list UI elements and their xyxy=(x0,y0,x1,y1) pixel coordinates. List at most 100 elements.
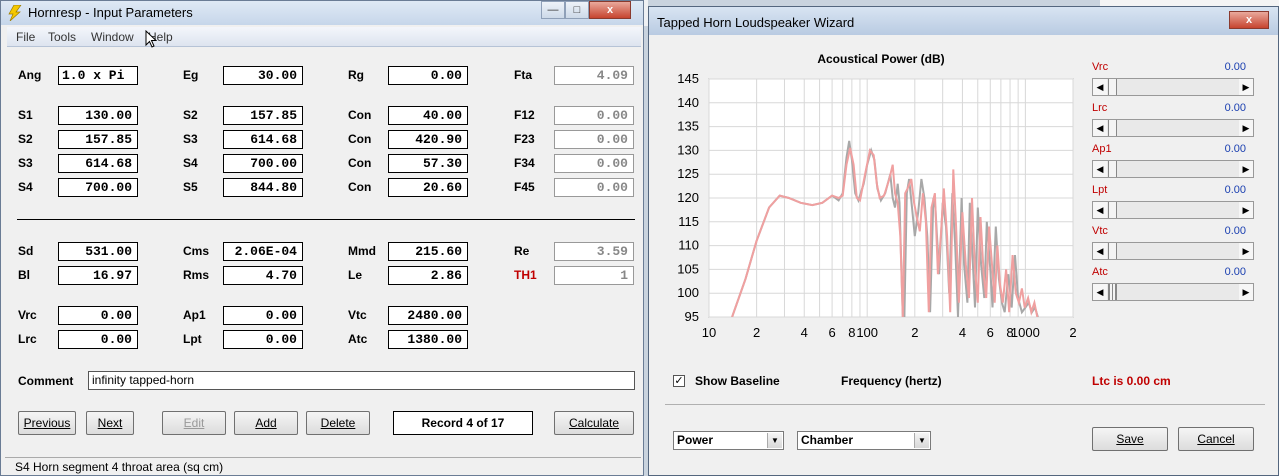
output-type-value: Power xyxy=(677,433,714,447)
param-field[interactable]: 57.30 xyxy=(388,154,468,173)
arrow-left-icon[interactable]: ◀ xyxy=(1093,284,1107,300)
param-field[interactable]: 0.00 xyxy=(58,306,138,325)
arrow-right-icon[interactable]: ▶ xyxy=(1239,243,1253,259)
close-button[interactable]: x xyxy=(589,1,631,19)
param-label: Rms xyxy=(183,268,210,282)
param-label: Cms xyxy=(183,244,210,258)
menu-file[interactable]: File xyxy=(16,30,35,44)
param-label: Lrc xyxy=(18,332,37,346)
param-field[interactable]: 420.90 xyxy=(388,130,468,149)
maximize-button[interactable]: □ xyxy=(565,1,589,19)
slider-ap1[interactable]: ◀ ▶ xyxy=(1092,160,1254,178)
slider-value: 0.00 xyxy=(1224,102,1246,114)
param-label: S1 xyxy=(18,108,33,122)
show-baseline-checkbox[interactable]: ✓ xyxy=(673,375,685,387)
param-field[interactable]: 2480.00 xyxy=(388,306,468,325)
slider-thumb[interactable] xyxy=(1108,161,1117,177)
minimize-button[interactable]: — xyxy=(541,1,565,19)
param-field[interactable]: 130.00 xyxy=(58,106,138,125)
param-field[interactable]: 531.00 xyxy=(58,242,138,261)
param-label: Ap1 xyxy=(183,308,206,322)
param-field[interactable]: 3.59 xyxy=(554,242,634,261)
slider-vrc[interactable]: ◀ ▶ xyxy=(1092,78,1254,96)
x-tick-label: 6 xyxy=(987,325,994,340)
param-field[interactable]: 2.86 xyxy=(388,266,468,285)
param-label: Con xyxy=(348,132,372,146)
param-field[interactable]: 157.85 xyxy=(58,130,138,149)
close-icon: x xyxy=(606,4,614,16)
arrow-left-icon[interactable]: ◀ xyxy=(1093,79,1107,95)
param-label: Fta xyxy=(514,68,532,82)
arrow-left-icon[interactable]: ◀ xyxy=(1093,202,1107,218)
param-field[interactable]: 20.60 xyxy=(388,178,468,197)
divider-line xyxy=(17,219,635,220)
record-indicator: Record 4 of 17 xyxy=(393,411,533,435)
next-button[interactable]: Next xyxy=(86,411,134,435)
delete-button[interactable]: Delete xyxy=(306,411,370,435)
chamber-select[interactable]: Chamber ▼ xyxy=(797,431,931,450)
slider-thumb[interactable] xyxy=(1108,243,1117,259)
param-field[interactable]: 215.60 xyxy=(388,242,468,261)
param-field[interactable]: 0.00 xyxy=(554,154,634,173)
param-label: Con xyxy=(348,180,372,194)
wizard-close-button[interactable]: x xyxy=(1229,11,1269,29)
save-button[interactable]: Save xyxy=(1092,427,1168,451)
menu-bar: File Tools Window Help xyxy=(7,27,641,48)
param-field[interactable]: 0.00 xyxy=(223,306,303,325)
param-field[interactable]: 40.00 xyxy=(388,106,468,125)
comment-input[interactable]: infinity tapped-horn xyxy=(88,371,635,390)
calculate-button[interactable]: Calculate xyxy=(554,411,634,435)
param-field[interactable]: 0.00 xyxy=(223,330,303,349)
param-label: Lpt xyxy=(183,332,202,346)
param-field[interactable]: 157.85 xyxy=(223,106,303,125)
param-field[interactable]: 30.00 xyxy=(223,66,303,85)
slider-value: 0.00 xyxy=(1224,184,1246,196)
slider-thumb[interactable] xyxy=(1108,120,1117,136)
slider-thumb[interactable] xyxy=(1108,284,1117,300)
param-field[interactable]: 844.80 xyxy=(223,178,303,197)
arrow-right-icon[interactable]: ▶ xyxy=(1239,161,1253,177)
param-field[interactable]: 0.00 xyxy=(554,106,634,125)
param-field[interactable]: 16.97 xyxy=(58,266,138,285)
chevron-down-icon: ▼ xyxy=(914,433,929,448)
slider-atc[interactable]: ◀ ▶ xyxy=(1092,283,1254,301)
slider-vtc[interactable]: ◀ ▶ xyxy=(1092,242,1254,260)
y-tick-label: 130 xyxy=(677,142,699,157)
previous-button[interactable]: Previous xyxy=(18,411,76,435)
x-tick-label: 4 xyxy=(959,325,966,340)
add-button[interactable]: Add xyxy=(234,411,298,435)
slider-thumb[interactable] xyxy=(1108,202,1117,218)
param-field[interactable]: 614.68 xyxy=(58,154,138,173)
edit-button[interactable]: Edit xyxy=(162,411,226,435)
slider-lpt[interactable]: ◀ ▶ xyxy=(1092,201,1254,219)
arrow-left-icon[interactable]: ◀ xyxy=(1093,243,1107,259)
output-type-select[interactable]: Power ▼ xyxy=(673,431,784,450)
param-field[interactable]: 0.00 xyxy=(554,178,634,197)
x-tick-label: 8 xyxy=(848,325,855,340)
param-field[interactable]: 0.00 xyxy=(554,130,634,149)
slider-lrc[interactable]: ◀ ▶ xyxy=(1092,119,1254,137)
arrow-right-icon[interactable]: ▶ xyxy=(1239,284,1253,300)
y-tick-label: 135 xyxy=(677,119,699,134)
param-field[interactable]: 1 xyxy=(554,266,634,285)
param-field[interactable]: 0.00 xyxy=(388,66,468,85)
menu-window[interactable]: Window xyxy=(91,30,134,44)
param-field[interactable]: 700.00 xyxy=(58,178,138,197)
param-field[interactable]: 1380.00 xyxy=(388,330,468,349)
param-field[interactable]: 2.06E-04 xyxy=(223,242,303,261)
param-field[interactable]: 700.00 xyxy=(223,154,303,173)
menu-tools[interactable]: Tools xyxy=(48,30,76,44)
arrow-right-icon[interactable]: ▶ xyxy=(1239,202,1253,218)
arrow-left-icon[interactable]: ◀ xyxy=(1093,161,1107,177)
param-field[interactable]: 1.0 x Pi xyxy=(58,66,138,85)
param-field[interactable]: 4.09 xyxy=(554,66,634,85)
cancel-button[interactable]: Cancel xyxy=(1178,427,1254,451)
slider-thumb[interactable] xyxy=(1108,79,1117,95)
arrow-right-icon[interactable]: ▶ xyxy=(1239,79,1253,95)
param-field[interactable]: 0.00 xyxy=(58,330,138,349)
param-field[interactable]: 614.68 xyxy=(223,130,303,149)
lightning-icon xyxy=(8,5,22,21)
param-field[interactable]: 4.70 xyxy=(223,266,303,285)
arrow-left-icon[interactable]: ◀ xyxy=(1093,120,1107,136)
arrow-right-icon[interactable]: ▶ xyxy=(1239,120,1253,136)
